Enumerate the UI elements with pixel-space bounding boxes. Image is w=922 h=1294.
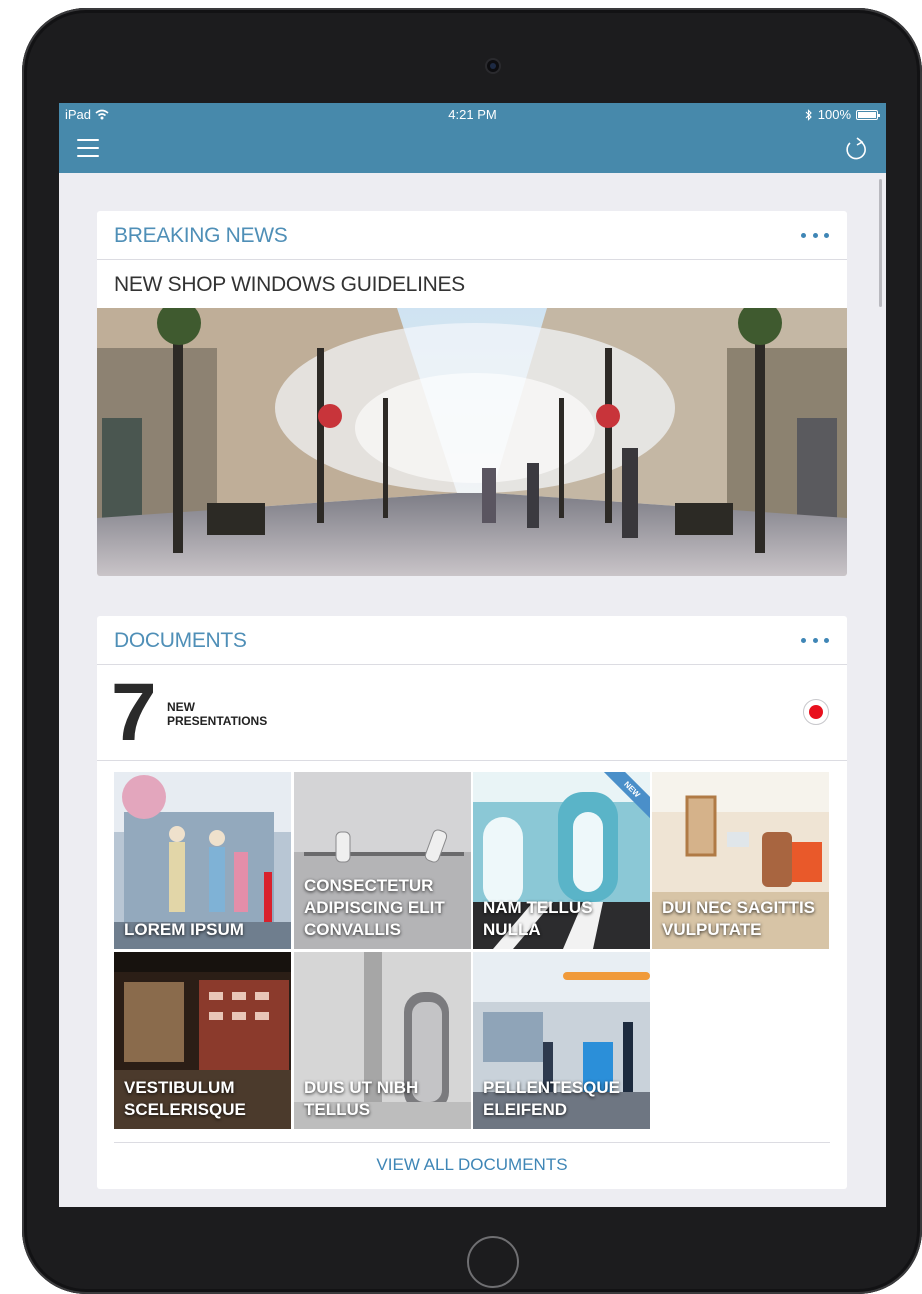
app-screen: iPad 4:21 PM 100% BREAKING NEWS NEW SHOP… — [59, 103, 886, 1207]
tile-label: LOREM IPSUM — [124, 920, 244, 939]
documents-grid: LOREM IPSUM CONSECTETUR ADIPISCING ELIT … — [114, 772, 830, 1130]
more-dots-icon[interactable] — [801, 638, 829, 644]
breaking-news-card: BREAKING NEWS NEW SHOP WINDOWS GUIDELINE… — [97, 211, 847, 576]
document-tile[interactable]: DUIS UT NIBH TELLUS — [294, 952, 471, 1129]
documents-header: DOCUMENTS — [97, 616, 847, 665]
new-count: 7 — [111, 667, 157, 758]
document-tile[interactable]: DUI NEC SAGITTIS VULPUTATE — [652, 772, 829, 949]
hamburger-icon[interactable] — [77, 139, 99, 157]
tile-label: DUIS UT NIBH TELLUS — [304, 1078, 419, 1119]
documents-card: DOCUMENTS 7 NEW PRESENTATIONS LOREM IPSU… — [97, 616, 847, 1189]
documents-footer: VIEW ALL DOCUMENTS — [114, 1142, 830, 1189]
breaking-news-header: BREAKING NEWS — [97, 211, 847, 260]
document-tile[interactable]: CONSECTETUR ADIPISCING ELIT CONVALLIS — [294, 772, 471, 949]
scrollbar[interactable] — [879, 179, 882, 307]
document-tile[interactable]: NEW NAM TELLUS NULLA — [473, 772, 650, 949]
home-button[interactable] — [467, 1236, 519, 1288]
nav-bar — [59, 125, 886, 173]
record-button[interactable] — [803, 699, 829, 725]
view-all-documents-link[interactable]: VIEW ALL DOCUMENTS — [114, 1155, 830, 1175]
document-tile[interactable]: VESTIBULUM SCELERISQUE — [114, 952, 291, 1129]
status-bar: iPad 4:21 PM 100% — [59, 103, 886, 125]
tile-label: VESTIBULUM SCELERISQUE — [124, 1078, 246, 1119]
tile-label: CONSECTETUR ADIPISCING ELIT CONVALLIS — [304, 876, 445, 939]
battery-icon — [856, 109, 880, 120]
tile-label: PELLENTESQUE ELEIFEND — [483, 1078, 620, 1119]
front-camera — [487, 60, 499, 72]
documents-title: DOCUMENTS — [114, 629, 247, 652]
tile-label: DUI NEC SAGITTIS VULPUTATE — [662, 898, 816, 939]
bluetooth-icon — [805, 108, 812, 121]
more-dots-icon[interactable] — [801, 233, 829, 239]
refresh-icon[interactable] — [842, 135, 870, 163]
breaking-news-title: BREAKING NEWS — [114, 224, 288, 247]
news-headline[interactable]: NEW SHOP WINDOWS GUIDELINES — [114, 273, 465, 297]
document-tile[interactable]: PELLENTESQUE ELEIFEND — [473, 952, 650, 1129]
count-label-line1: NEW — [167, 700, 195, 714]
tile-label: NAM TELLUS NULLA — [483, 898, 593, 939]
battery-percent: 100% — [817, 107, 851, 122]
count-label-line2: PRESENTATIONS — [167, 714, 268, 728]
status-time: 4:21 PM — [448, 107, 497, 122]
new-presentations-summary: 7 NEW PRESENTATIONS — [97, 664, 847, 761]
news-image[interactable] — [97, 308, 847, 576]
new-count-label: NEW PRESENTATIONS — [167, 700, 267, 728]
document-tile[interactable]: LOREM IPSUM — [114, 772, 291, 949]
